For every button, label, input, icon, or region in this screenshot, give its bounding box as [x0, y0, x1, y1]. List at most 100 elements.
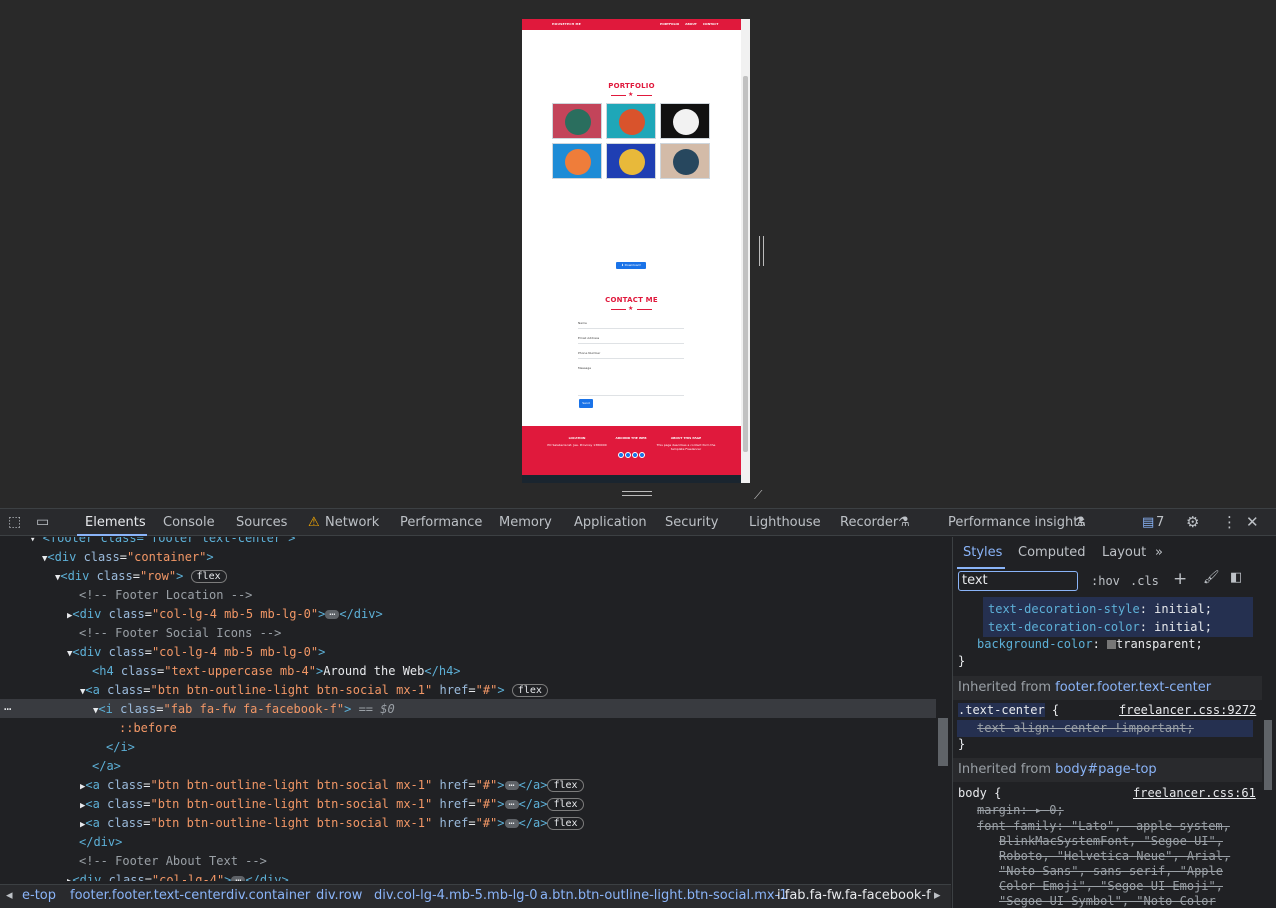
more-tabs-icon[interactable]: »: [1155, 545, 1163, 560]
phone-field[interactable]: Phone Number: [578, 351, 684, 359]
flex-badge[interactable]: flex: [547, 798, 584, 811]
flex-badge[interactable]: flex: [511, 684, 548, 697]
toggle-sidebar-icon[interactable]: ◧: [1230, 570, 1242, 585]
portfolio-item-cake[interactable]: [606, 103, 656, 139]
inherited-footer-link[interactable]: footer.footer.text-center: [1055, 680, 1211, 695]
color-swatch[interactable]: [1107, 640, 1117, 649]
tab-elements[interactable]: Elements: [85, 515, 146, 530]
tree-line-container[interactable]: ▼<div class="container">: [42, 548, 214, 567]
styles-scrollbar-thumb[interactable]: [1264, 720, 1272, 790]
issues-icon[interactable]: ▤: [1142, 515, 1154, 530]
tab-application[interactable]: Application: [574, 515, 647, 530]
new-rule-plus-icon[interactable]: +: [1173, 569, 1187, 589]
issues-count[interactable]: 7: [1156, 515, 1164, 530]
breadcrumb-item[interactable]: e-top: [22, 885, 56, 907]
site-brand[interactable]: HOUSETECH ME: [552, 22, 581, 26]
tree-line-a-dribbble[interactable]: ▶<a class="btn btn-outline-light btn-soc…: [80, 814, 584, 833]
body-rule-source-link[interactable]: freelancer.css:61: [1133, 785, 1256, 802]
tab-performance[interactable]: Performance: [400, 515, 482, 530]
breadcrumb-item[interactable]: div.col-lg-4.mb-5.mb-lg-0: [374, 885, 537, 907]
tree-line-a-close[interactable]: </a>: [92, 757, 121, 776]
breadcrumb-item[interactable]: a.btn.btn-outline-light.btn-social.mx-1: [540, 885, 788, 907]
flex-badge[interactable]: flex: [547, 779, 584, 792]
dribbble-icon[interactable]: [638, 452, 645, 458]
width-resize-handle[interactable]: [759, 236, 764, 266]
message-field[interactable]: Message: [578, 366, 684, 396]
style-decl-text-decoration-color[interactable]: text-decoration-color: initial;: [953, 619, 1263, 636]
close-devtools-icon[interactable]: ✕: [1246, 513, 1259, 531]
tab-console[interactable]: Console: [163, 515, 215, 530]
preview-scrollbar-thumb[interactable]: [743, 76, 748, 452]
tab-computed[interactable]: Computed: [1018, 545, 1086, 560]
collapsed-ellipsis[interactable]: …: [231, 874, 246, 881]
flex-badge[interactable]: flex: [547, 817, 584, 830]
elements-scrollbar[interactable]: [936, 537, 951, 881]
paint-brush-icon[interactable]: 🖌: [1203, 570, 1220, 585]
email-field[interactable]: Email Address: [578, 336, 684, 344]
send-button[interactable]: Send: [579, 399, 593, 408]
tab-styles[interactable]: Styles: [963, 545, 1002, 560]
collapsed-ellipsis[interactable]: …: [504, 798, 519, 809]
breadcrumb-item[interactable]: footer.footer.text-center: [70, 885, 226, 907]
hov-toggle[interactable]: :hov: [1091, 574, 1120, 588]
tree-line-h4[interactable]: <h4 class="text-uppercase mb-4">Around t…: [92, 662, 461, 681]
tree-comment-about[interactable]: <!-- Footer About Text -->: [79, 852, 267, 871]
style-decl-text-decoration-style[interactable]: text-decoration-style: initial;: [953, 601, 1263, 618]
twitter-icon[interactable]: [624, 452, 631, 458]
inherited-body-link[interactable]: body#page-top: [1055, 762, 1157, 777]
tree-line-col-social[interactable]: ▼<div class="col-lg-4 mb-5 mb-lg-0">: [67, 643, 325, 662]
portfolio-item-circus[interactable]: [660, 103, 710, 139]
tree-line-i-selected[interactable]: ▼<i class="fab fa-fw fa-facebook-f"> == …: [93, 700, 395, 719]
style-decl-margin[interactable]: margin: ▸ 0;: [953, 802, 1263, 819]
cls-toggle[interactable]: .cls: [1130, 574, 1159, 588]
breadcrumb-item[interactable]: div.container: [226, 885, 310, 907]
height-resize-handle[interactable]: [622, 491, 652, 496]
portfolio-item-submarine[interactable]: [660, 143, 710, 179]
download-button[interactable]: ⬇ Download!: [616, 262, 646, 269]
tree-line-col-about[interactable]: ▶<div class="col-lg-4">…</div>: [67, 871, 289, 881]
facebook-icon[interactable]: [617, 452, 624, 458]
tab-lighthouse[interactable]: Lighthouse: [749, 515, 821, 530]
tree-line-a-facebook[interactable]: ▼<a class="btn btn-outline-light btn-soc…: [80, 681, 548, 700]
breadcrumb-item[interactable]: div.row: [316, 885, 362, 907]
nav-link-portfolio[interactable]: PORTFOLIO: [660, 22, 679, 26]
name-field[interactable]: Name: [578, 321, 684, 329]
tree-comment-social[interactable]: <!-- Footer Social Icons -->: [79, 624, 281, 643]
settings-gear-icon[interactable]: ⚙: [1186, 513, 1199, 531]
tree-line-footer[interactable]: ▾ <footer class="footer text-center">: [30, 537, 296, 548]
tree-line-i-close[interactable]: </i>: [106, 738, 135, 757]
styles-filter-input[interactable]: text: [958, 571, 1078, 591]
nav-link-contact[interactable]: CONTACT: [703, 22, 719, 26]
tree-line-row[interactable]: ▼<div class="row"> flex: [55, 567, 227, 586]
tab-layout[interactable]: Layout: [1102, 545, 1146, 560]
tab-network[interactable]: Network: [325, 515, 379, 530]
tab-security[interactable]: Security: [665, 515, 718, 530]
breadcrumb-scroll-left-icon[interactable]: ◂: [6, 885, 13, 907]
collapsed-ellipsis[interactable]: …: [325, 608, 340, 619]
flex-badge[interactable]: flex: [190, 570, 227, 583]
row-more-icon[interactable]: ⋯: [4, 700, 11, 719]
portfolio-item-game[interactable]: [552, 143, 602, 179]
tab-performance-insights[interactable]: Performance insights: [948, 515, 1085, 530]
tree-comment-location[interactable]: <!-- Footer Location -->: [79, 586, 252, 605]
tree-line-before[interactable]: ::before: [119, 719, 177, 738]
tab-sources[interactable]: Sources: [236, 515, 287, 530]
more-options-icon[interactable]: ⋮: [1222, 513, 1237, 531]
portfolio-item-cabin[interactable]: [552, 103, 602, 139]
elements-scrollbar-thumb[interactable]: [938, 718, 948, 766]
device-toolbar-icon[interactable]: ▭: [36, 514, 49, 530]
tree-line-col-location[interactable]: ▶<div class="col-lg-4 mb-5 mb-lg-0">… </d…: [67, 605, 383, 624]
style-decl-background-color[interactable]: background-color: transparent;: [953, 636, 1263, 653]
style-decl-text-align[interactable]: text-align: center !important;: [953, 720, 1263, 737]
rule-source-link[interactable]: freelancer.css:9272: [1119, 702, 1256, 719]
tab-recorder[interactable]: Recorder: [840, 515, 898, 530]
breadcrumb-item-current[interactable]: i.fab.fa-fw.fa-facebook-f: [777, 885, 931, 907]
tab-memory[interactable]: Memory: [499, 515, 552, 530]
breadcrumb-scroll-right-icon[interactable]: ▸: [934, 885, 941, 907]
corner-resize-icon[interactable]: ⟋: [754, 488, 768, 502]
inspect-element-icon[interactable]: ⬚: [8, 514, 21, 530]
portfolio-item-safe[interactable]: [606, 143, 656, 179]
tree-line-div-close[interactable]: </div>: [79, 833, 122, 852]
linkedin-icon[interactable]: [631, 452, 638, 458]
tree-line-a-linkedin[interactable]: ▶<a class="btn btn-outline-light btn-soc…: [80, 795, 584, 814]
